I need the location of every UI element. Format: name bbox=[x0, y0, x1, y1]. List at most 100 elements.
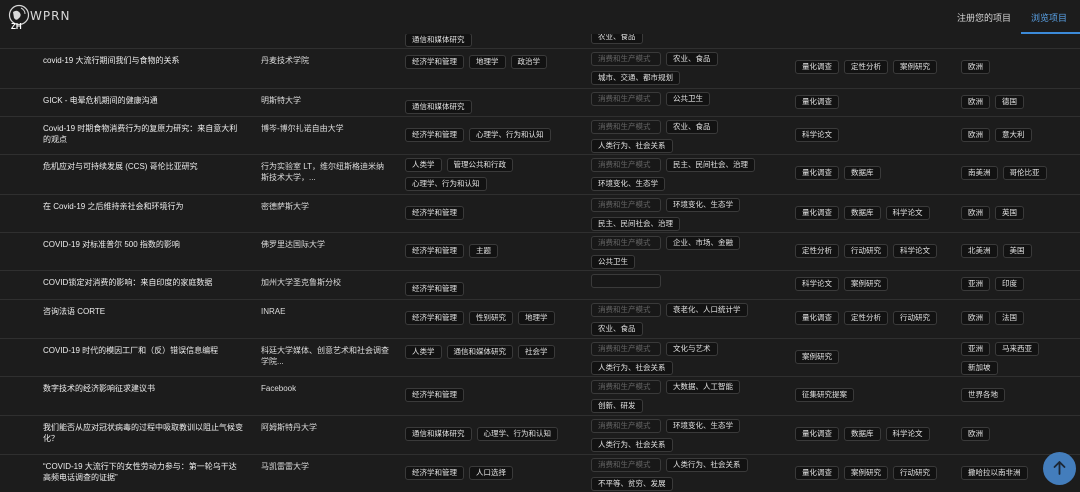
discipline-tag[interactable]: 社会学 bbox=[518, 345, 555, 359]
production-tag[interactable]: 人类行为、社会关系 bbox=[591, 139, 673, 153]
production-filter-placeholder[interactable]: 消费和生产模式 bbox=[591, 303, 661, 317]
method-tag[interactable]: 科学论文 bbox=[885, 206, 930, 220]
production-tag[interactable]: 人类行为、社会关系 bbox=[591, 361, 673, 375]
discipline-tag[interactable]: 通信和媒体研究 bbox=[405, 100, 472, 114]
table-row[interactable]: covid-19 大流行期间我们与食物的关系 丹麦技术学院 经济学和管理 地理学 政治学… bbox=[0, 49, 1080, 89]
discipline-tag[interactable]: 经济学和管理 bbox=[405, 282, 464, 296]
project-title[interactable]: 我们能否从应对冠状病毒的过程中吸取教训以阻止气候变化？ bbox=[43, 422, 243, 444]
method-tag[interactable]: 数据库 bbox=[844, 427, 881, 441]
project-title[interactable]: 咨询法语 CORTE bbox=[43, 306, 243, 317]
geography-tag[interactable]: 英国 bbox=[995, 206, 1024, 220]
geography-tag[interactable]: 意大利 bbox=[995, 128, 1032, 142]
table-row[interactable]: 数字技术的经济影响征求建议书 Facebook 经济学和管理 消费和生产模式 大数据、人… bbox=[0, 377, 1080, 416]
method-tag[interactable]: 行动研究 bbox=[893, 466, 937, 480]
method-tag[interactable]: 量化调查 bbox=[795, 466, 839, 480]
discipline-tag[interactable]: 政治学 bbox=[510, 55, 547, 69]
table-row[interactable]: 危机应对与可持续发展 (CCS) 哥伦比亚研究 行为实验室 LT，维尔纽斯格迪米纳… bbox=[0, 155, 1080, 195]
method-tag[interactable]: 数据库 bbox=[844, 206, 881, 220]
discipline-tag[interactable]: 心理学、行为和认知 bbox=[476, 427, 558, 441]
project-title[interactable]: GICK - 电晕危机期间的健康沟通 bbox=[43, 95, 243, 106]
geography-tag[interactable]: 欧洲 bbox=[961, 427, 990, 441]
method-tag[interactable]: 案例研究 bbox=[844, 277, 888, 291]
table-row[interactable]: 咨询法语 CORTE INRAE 经济学和管理 性别研究 地理学 消费和生产模式 衰老化、人… bbox=[0, 300, 1080, 339]
production-tag[interactable]: 农业、食品 bbox=[666, 120, 718, 134]
geography-tag[interactable]: 欧洲 bbox=[961, 311, 990, 325]
geography-tag[interactable]: 欧洲 bbox=[961, 128, 990, 142]
production-filter-placeholder[interactable]: 消费和生产模式 bbox=[591, 120, 661, 134]
production-filter-placeholder[interactable]: 消费和生产模式 bbox=[591, 92, 661, 106]
geography-tag[interactable]: 新加坡 bbox=[961, 361, 998, 375]
discipline-tag[interactable]: 心理学、行为和认知 bbox=[469, 128, 551, 142]
discipline-tag[interactable]: 主题 bbox=[469, 244, 498, 258]
production-tag[interactable]: 公共卫生 bbox=[666, 92, 710, 106]
production-tag[interactable]: 农业、食品 bbox=[666, 52, 718, 66]
discipline-tag[interactable]: 性别研究 bbox=[469, 311, 513, 325]
project-title[interactable]: covid-19 大流行期间我们与食物的关系 bbox=[43, 55, 243, 66]
production-tag[interactable]: 人类行为、社会关系 bbox=[591, 438, 673, 452]
project-title[interactable]: 危机应对与可持续发展 (CCS) 哥伦比亚研究 bbox=[43, 161, 243, 172]
project-title[interactable]: COVID锁定对消费的影响：来自印度的家庭数据 bbox=[43, 277, 243, 288]
geography-tag[interactable]: 亚洲 bbox=[961, 277, 990, 291]
geography-tag[interactable]: 世界各地 bbox=[961, 388, 1005, 402]
production-tag[interactable]: 企业、市场、金融 bbox=[666, 236, 740, 250]
production-tag[interactable]: 农业、食品 bbox=[591, 322, 643, 336]
method-tag[interactable]: 量化调查 bbox=[795, 311, 839, 325]
geography-tag[interactable]: 欧洲 bbox=[961, 60, 990, 74]
method-tag[interactable]: 定性分析 bbox=[844, 311, 888, 325]
discipline-tag[interactable]: 人口选择 bbox=[469, 466, 513, 480]
production-filter-placeholder[interactable]: 消费和生产模式 bbox=[591, 419, 661, 433]
production-tag[interactable]: 环境变化、生态学 bbox=[591, 177, 665, 191]
geography-tag[interactable]: 亚洲 bbox=[961, 342, 990, 356]
production-tag[interactable]: 不平等、贫穷、发展 bbox=[591, 477, 673, 491]
production-tag[interactable]: 公共卫生 bbox=[591, 255, 635, 269]
production-filter-placeholder[interactable]: 消费和生产模式 bbox=[591, 198, 661, 212]
discipline-tag[interactable]: 经济学和管理 bbox=[405, 466, 464, 480]
method-tag[interactable]: 定性分析 bbox=[844, 60, 888, 74]
method-tag[interactable]: 量化调查 bbox=[795, 206, 839, 220]
geography-tag[interactable]: 欧洲 bbox=[961, 206, 990, 220]
production-filter-placeholder[interactable]: 消费和生产模式 bbox=[591, 236, 661, 250]
table-row[interactable]: COVID-19 对标准普尔 500 指数的影响 佛罗里达国际大学 经济学和管理 主题… bbox=[0, 233, 1080, 271]
geography-tag[interactable]: 欧洲 bbox=[961, 95, 990, 109]
method-tag[interactable]: 案例研究 bbox=[844, 466, 888, 480]
discipline-tag[interactable]: 通信和媒体研究 bbox=[405, 33, 472, 47]
discipline-tag[interactable]: 地理学 bbox=[518, 311, 555, 325]
geography-tag[interactable]: 哥伦比亚 bbox=[1002, 166, 1047, 180]
geography-tag[interactable]: 美国 bbox=[1002, 244, 1032, 258]
nav-browse-projects[interactable]: 浏览项目 bbox=[1031, 11, 1067, 24]
method-tag[interactable]: 案例研究 bbox=[795, 350, 839, 364]
geography-tag[interactable]: 马来西亚 bbox=[995, 342, 1039, 356]
language-label[interactable]: ZH bbox=[11, 22, 22, 31]
scroll-to-top-button[interactable] bbox=[1043, 452, 1076, 485]
geography-tag[interactable]: 印度 bbox=[995, 277, 1024, 291]
project-title[interactable]: “COVID-19 大流行下的女性劳动力参与：第一轮乌干达高频电话调查的证据” bbox=[43, 461, 243, 483]
discipline-tag[interactable]: 经济学和管理 bbox=[405, 206, 464, 220]
method-tag[interactable]: 案例研究 bbox=[893, 60, 937, 74]
production-tag[interactable]: 人类行为、社会关系 bbox=[666, 458, 748, 472]
method-tag[interactable]: 行动研究 bbox=[893, 311, 937, 325]
table-row[interactable]: 在 Covid-19 之后维持亲社会和环境行为 密德萨斯大学 经济学和管理 消费和生产… bbox=[0, 195, 1080, 233]
discipline-tag[interactable]: 经济学和管理 bbox=[405, 128, 464, 142]
production-tag[interactable]: 衰老化、人口统计学 bbox=[666, 303, 748, 317]
project-title[interactable]: Covid-19 时期食物消费行为的复原力研究：来自意大利的观点 bbox=[43, 123, 243, 145]
discipline-tag[interactable]: 管理公共和行政 bbox=[446, 158, 513, 172]
method-tag[interactable]: 量化调查 bbox=[795, 60, 839, 74]
table-row[interactable]: COVID-19 时代的模因工厂和（反）错误信息编程 科廷大学媒体、创意艺术和社会… bbox=[0, 339, 1080, 377]
discipline-tag[interactable]: 人类学 bbox=[405, 158, 442, 172]
production-filter-placeholder[interactable] bbox=[591, 274, 661, 288]
project-title[interactable]: COVID-19 对标准普尔 500 指数的影响 bbox=[43, 239, 243, 250]
method-tag[interactable]: 科学论文 bbox=[795, 277, 839, 291]
method-tag[interactable]: 量化调查 bbox=[795, 95, 839, 109]
geography-tag[interactable]: 南美洲 bbox=[961, 166, 998, 180]
geography-tag[interactable]: 撒哈拉以南非洲 bbox=[961, 466, 1028, 480]
production-filter-placeholder[interactable]: 消费和生产模式 bbox=[591, 342, 661, 356]
geography-tag[interactable]: 法国 bbox=[995, 311, 1024, 325]
discipline-tag[interactable]: 心理学、行为和认知 bbox=[405, 177, 487, 191]
production-tag[interactable]: 大数据、人工智能 bbox=[666, 380, 740, 394]
table-row[interactable]: Covid-19 时期食物消费行为的复原力研究：来自意大利的观点 博岑-博尔扎诺自… bbox=[0, 117, 1080, 155]
method-tag[interactable]: 科学论文 bbox=[795, 128, 839, 142]
table-row[interactable]: “COVID-19 大流行下的女性劳动力参与：第一轮乌干达高频电话调查的证据” 马… bbox=[0, 455, 1080, 492]
project-title[interactable]: COVID-19 时代的模因工厂和（反）错误信息编程 bbox=[43, 345, 243, 356]
production-tag[interactable]: 环境变化、生态学 bbox=[666, 198, 740, 212]
project-title[interactable]: 在 Covid-19 之后维持亲社会和环境行为 bbox=[43, 201, 243, 212]
